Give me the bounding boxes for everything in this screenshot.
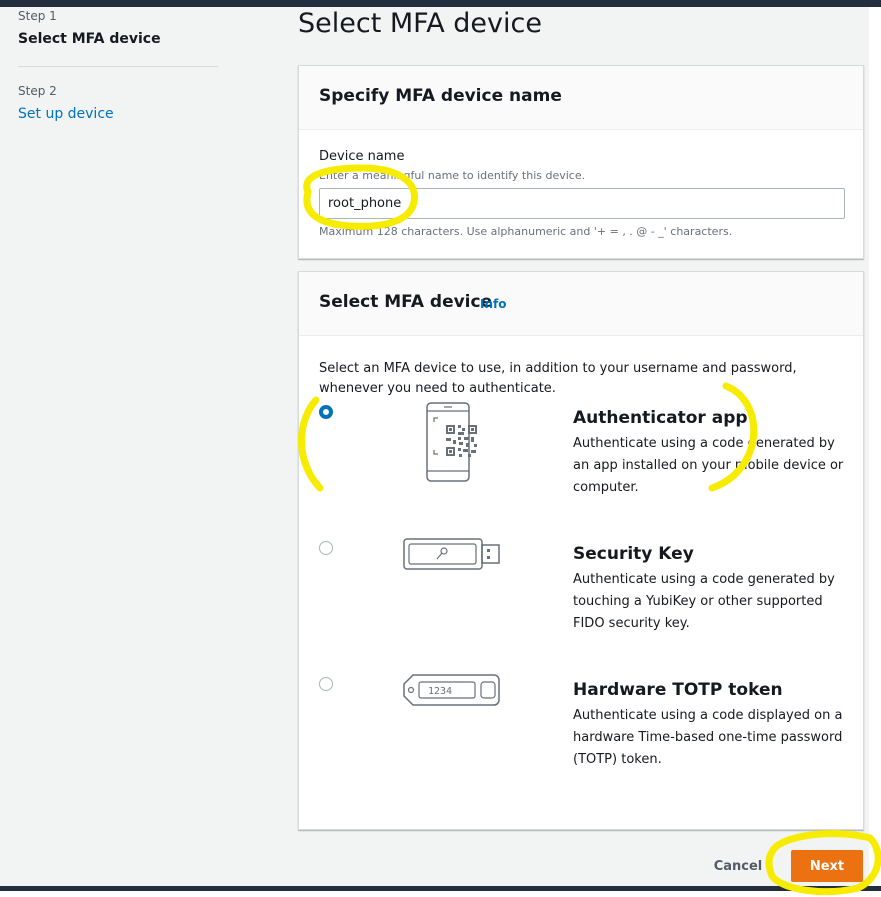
step-divider	[18, 66, 218, 67]
option-description: Authenticate using a code generated by a…	[573, 436, 844, 495]
device-name-constraint: Maximum 128 characters. Use alphanumeric…	[319, 225, 733, 238]
usb-key-icon	[403, 538, 500, 570]
cancel-button[interactable]: Cancel	[708, 852, 768, 880]
radio-security-key[interactable]	[319, 541, 333, 555]
device-panel-intro: Select an MFA device to use, in addition…	[319, 361, 797, 396]
next-button[interactable]: Next	[791, 850, 863, 882]
panel-title: Specify MFA device name	[319, 86, 562, 106]
option-title: Security Key	[573, 544, 694, 564]
panel-header: Select MFA device Info	[299, 272, 863, 336]
option-title: Authenticator app	[573, 408, 748, 428]
panel-title: Select MFA device	[319, 292, 493, 312]
totp-token-icon: 1234	[403, 674, 500, 706]
right-edge	[869, 7, 881, 887]
bottom-strip	[0, 891, 881, 897]
page-title: Select MFA device	[298, 8, 542, 39]
option-title: Hardware TOTP token	[573, 680, 783, 700]
step-2-link[interactable]: Set up device	[18, 106, 114, 122]
select-mfa-device-panel: Select MFA device Info Select an MFA dev…	[298, 271, 864, 830]
step-2-label: Step 2	[18, 84, 57, 98]
step-1-title: Select MFA device	[18, 31, 161, 47]
radio-hardware-totp[interactable]	[319, 677, 333, 691]
radio-authenticator-app[interactable]	[319, 405, 333, 419]
option-description: Authenticate using a code displayed on a…	[573, 708, 843, 767]
phone-qr-icon	[426, 402, 477, 482]
panel-header: Specify MFA device name	[299, 66, 863, 130]
step-1-label: Step 1	[18, 9, 57, 23]
device-name-label: Device name	[319, 149, 405, 164]
device-name-description: Enter a meaningful name to identify this…	[319, 169, 586, 182]
device-name-panel: Specify MFA device name Device name Ente…	[298, 65, 864, 259]
info-link[interactable]: Info	[480, 297, 506, 311]
token-display-text: 1234	[428, 686, 452, 697]
device-name-input[interactable]	[319, 188, 845, 219]
top-header-bar	[0, 0, 881, 7]
option-description: Authenticate using a code generated by t…	[573, 572, 835, 631]
